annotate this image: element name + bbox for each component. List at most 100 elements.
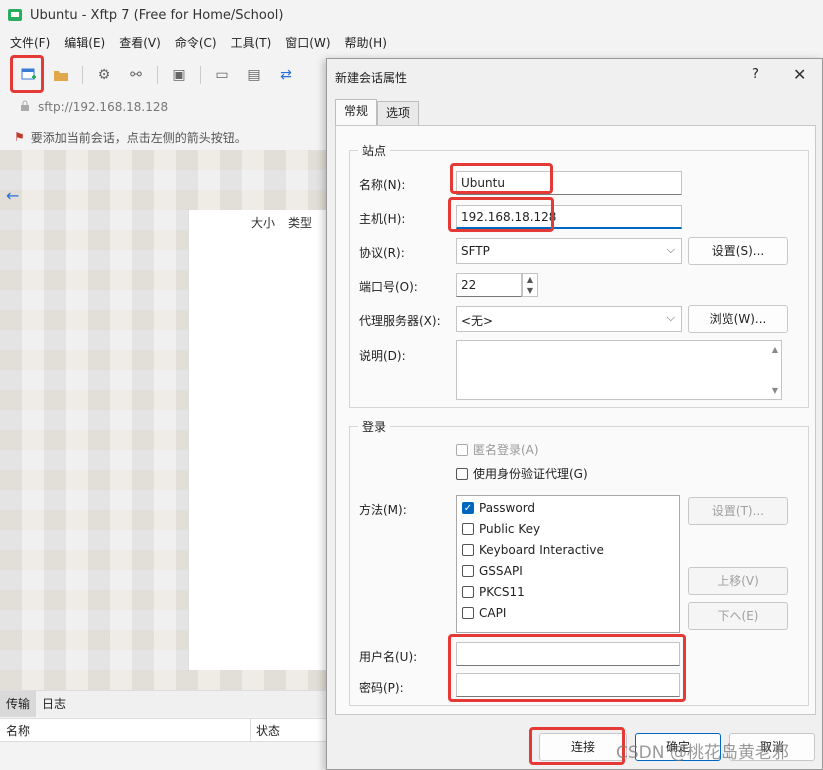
dialog-title: 新建会话属性 <box>335 71 408 85</box>
move-up-button[interactable]: 上移(V) <box>688 567 788 595</box>
toolbar-divider <box>157 66 158 84</box>
arrow-bookmark-icon[interactable]: ⚑ <box>14 130 25 144</box>
site-group-title: 站点 <box>358 142 391 159</box>
port-label: 端口号(O): <box>359 280 418 294</box>
bottom-tabs: 传输 日志 <box>0 690 330 717</box>
help-button[interactable]: ? <box>752 67 759 82</box>
login-group: 登录 匿名登录(A) 使用身份验证代理(G) 方法(M): ✓ Password… <box>349 418 809 706</box>
connect-icon[interactable]: ⚙ <box>93 65 115 85</box>
move-down-button[interactable]: 下へ(E) <box>688 602 788 630</box>
scroll-down-icon[interactable]: ▼ <box>772 386 778 395</box>
menu-view[interactable]: 查看(V) <box>119 34 161 51</box>
method-list: ✓ Password Public Key Keyboard Interacti… <box>456 495 680 633</box>
login-group-title: 登录 <box>358 418 391 435</box>
method-label: 方法(M): <box>359 503 407 517</box>
method-password[interactable]: ✓ Password <box>462 501 535 515</box>
window-title: Ubuntu - Xftp 7 (Free for Home/School) <box>30 7 284 23</box>
checkbox-box <box>462 565 474 577</box>
tab-log[interactable]: 日志 <box>36 691 72 717</box>
protocol-settings-button[interactable]: 设置(S)... <box>688 237 788 265</box>
name-label: 名称(N): <box>359 178 406 192</box>
agent-checkbox[interactable]: 使用身份验证代理(G) <box>456 465 588 482</box>
terminal-icon[interactable]: ▭ <box>211 65 233 85</box>
file-pane <box>188 210 330 670</box>
column-divider <box>250 719 251 741</box>
transfer-icon[interactable]: ⇄ <box>275 65 297 85</box>
new-session-dialog: 新建会话属性 ? ✕ 常规 选项 站点 名称(N): Ubuntu 主机(H):… <box>326 58 823 770</box>
tab-options[interactable]: 选项 <box>377 101 420 125</box>
protocol-label: 协议(R): <box>359 246 405 260</box>
method-public-key[interactable]: Public Key <box>462 522 540 536</box>
method-pkcs11[interactable]: PKCS11 <box>462 585 525 599</box>
password-field[interactable] <box>456 673 680 697</box>
hint-text: 要添加当前会话，点击左侧的箭头按钮。 <box>30 130 247 145</box>
menu-bar: 文件(F) 编辑(E) 查看(V) 命令(C) 工具(T) 窗口(W) 帮助(H… <box>10 34 387 51</box>
menu-edit[interactable]: 编辑(E) <box>64 34 105 51</box>
protocol-select[interactable]: SFTP ⌵ <box>456 238 682 264</box>
menu-window[interactable]: 窗口(W) <box>285 34 330 51</box>
proxy-browse-button[interactable]: 浏览(W)... <box>688 305 788 333</box>
stepper-up-icon[interactable]: ▲ <box>523 274 537 285</box>
scroll-up-icon[interactable]: ▲ <box>772 345 778 354</box>
menu-help[interactable]: 帮助(H) <box>345 34 387 51</box>
lock-icon <box>20 100 30 115</box>
protocol-value: SFTP <box>461 244 490 258</box>
password-label: 密码(P): <box>359 681 404 695</box>
toolbar: ⚙ ⚯ ▣ ▭ ▤ ⇄ <box>0 58 330 92</box>
checkbox-box <box>462 586 474 598</box>
column-status[interactable]: 状态 <box>256 722 280 739</box>
method-gssapi-label: GSSAPI <box>479 564 523 578</box>
column-type[interactable]: 类型 <box>288 214 312 231</box>
agent-label: 使用身份验证代理(G) <box>473 467 588 481</box>
chevron-down-icon: ⌵ <box>666 311 675 324</box>
checkbox-box <box>462 607 474 619</box>
method-password-label: Password <box>479 501 536 515</box>
hint-bar: ⚑ 要添加当前会话，点击左侧的箭头按钮。 <box>14 126 247 148</box>
menu-file[interactable]: 文件(F) <box>10 34 50 51</box>
description-label: 说明(D): <box>359 349 406 363</box>
chevron-down-icon: ⌵ <box>666 243 675 256</box>
tab-transfer[interactable]: 传输 <box>0 690 37 717</box>
proxy-select[interactable]: <无> ⌵ <box>456 306 682 332</box>
copy-icon[interactable]: ▤ <box>243 65 265 85</box>
checkbox-box <box>462 523 474 535</box>
proxy-value: <无> <box>461 314 494 328</box>
method-keyboard-interactive[interactable]: Keyboard Interactive <box>462 543 604 557</box>
menu-tools[interactable]: 工具(T) <box>231 34 272 51</box>
toolbar-divider <box>82 66 83 84</box>
proxy-label: 代理服务器(X): <box>359 314 441 328</box>
close-icon[interactable]: ✕ <box>793 65 806 84</box>
check-icon: ✓ <box>462 502 474 514</box>
tab-general[interactable]: 常规 <box>335 99 378 125</box>
back-arrow-icon[interactable]: ← <box>6 186 19 205</box>
host-label: 主机(H): <box>359 212 406 226</box>
column-size[interactable]: 大小 <box>251 214 275 231</box>
method-capi[interactable]: CAPI <box>462 606 506 620</box>
method-settings-button[interactable]: 设置(T)... <box>688 497 788 525</box>
site-group: 站点 名称(N): Ubuntu 主机(H): 192.168.18.128 协… <box>349 142 809 408</box>
username-field[interactable] <box>456 642 680 666</box>
address-bar[interactable]: sftp://192.168.18.128 <box>20 96 330 118</box>
menu-command[interactable]: 命令(C) <box>175 34 217 51</box>
username-label: 用户名(U): <box>359 650 418 664</box>
name-field[interactable]: Ubuntu <box>456 171 682 195</box>
method-public-key-label: Public Key <box>479 522 541 536</box>
connect-button[interactable]: 连接 <box>539 733 627 761</box>
new-tab-icon[interactable]: ▣ <box>168 65 190 85</box>
description-field[interactable]: ▲ ▼ <box>456 340 782 400</box>
watermark: CSDN @桃花岛黄老邪 <box>616 743 789 763</box>
address-value: sftp://192.168.18.128 <box>38 100 169 114</box>
xftp-logo-icon <box>8 9 22 21</box>
new-session-highlight <box>10 55 44 93</box>
method-keyboard-interactive-label: Keyboard Interactive <box>479 543 604 557</box>
toolbar-divider <box>200 66 201 84</box>
open-folder-icon[interactable] <box>50 65 72 85</box>
stepper-down-icon[interactable]: ▼ <box>523 285 537 296</box>
disconnect-icon[interactable]: ⚯ <box>125 65 147 85</box>
column-name[interactable]: 名称 <box>6 722 30 739</box>
port-field[interactable]: 22 <box>456 273 522 297</box>
port-stepper[interactable]: ▲ ▼ <box>522 273 538 297</box>
anonymous-checkbox[interactable]: 匿名登录(A) <box>456 441 539 458</box>
host-field[interactable]: 192.168.18.128 <box>456 205 682 229</box>
method-gssapi[interactable]: GSSAPI <box>462 564 523 578</box>
